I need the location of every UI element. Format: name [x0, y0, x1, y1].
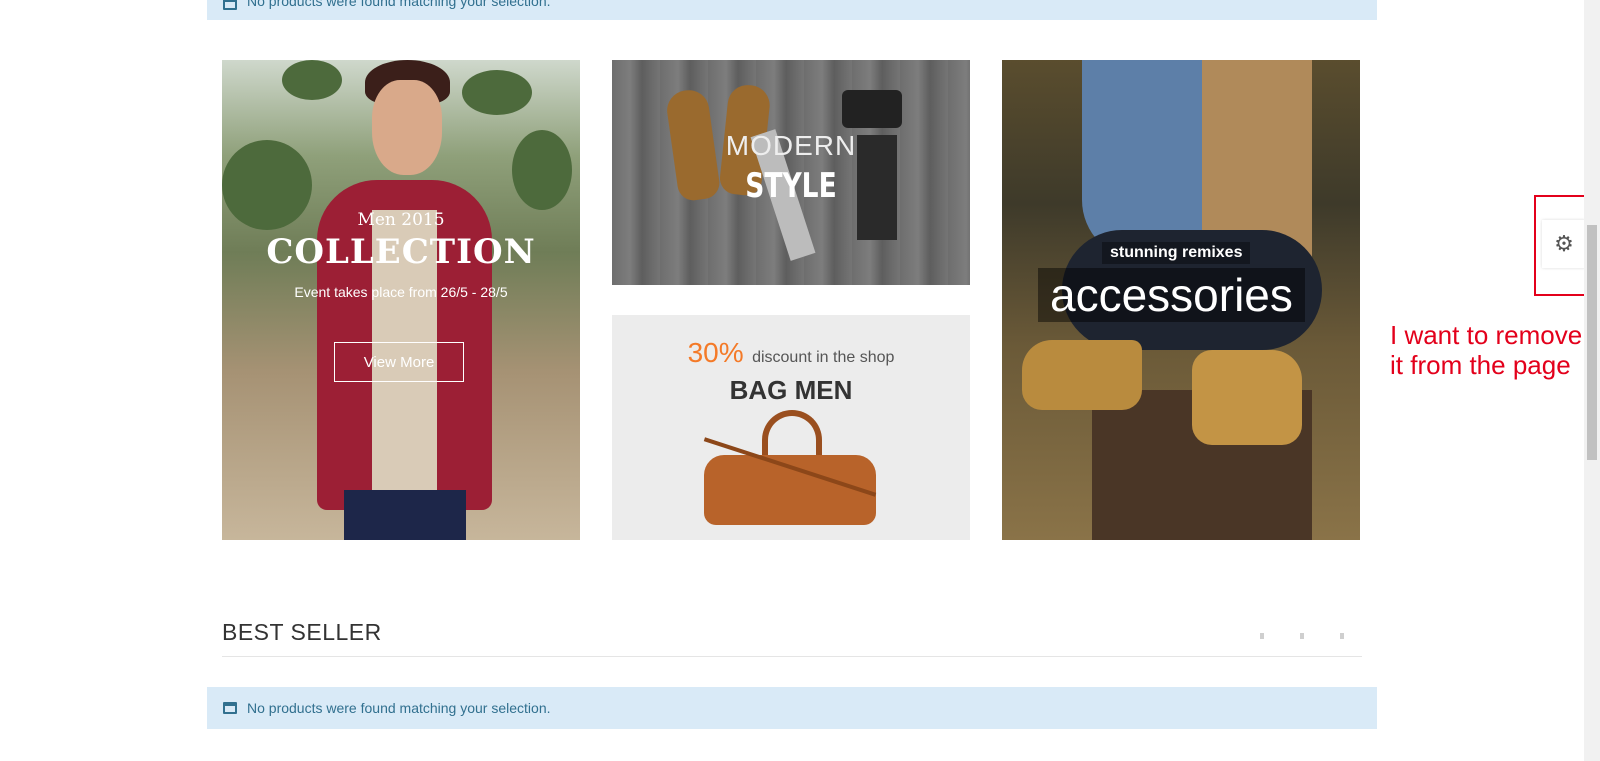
no-products-notice-top: No products were found matching your sel… [207, 0, 1377, 20]
carousel-nav-dot[interactable] [1340, 633, 1344, 639]
accessories-banner[interactable]: stunning remixes accessories [1002, 60, 1360, 540]
view-more-button[interactable]: View More [334, 342, 464, 382]
event-dates: Event takes place from 26/5 - 28/5 [294, 284, 508, 300]
boot-shape [1192, 350, 1302, 445]
model-head [372, 80, 442, 175]
camera-shape [842, 90, 902, 128]
collection-subtitle: Men 2015 [357, 210, 445, 230]
carousel-nav-dot[interactable] [1260, 633, 1264, 639]
modern-style-banner[interactable]: MODERN STYLE [612, 60, 970, 285]
best-seller-heading: BEST SELLER [222, 619, 382, 645]
notice-text: No products were found matching your sel… [247, 700, 551, 716]
discount-percent: 30% [687, 337, 744, 368]
navy-pants [344, 490, 466, 540]
palm-tree-shape [282, 60, 342, 100]
men-collection-banner[interactable]: Men 2015 COLLECTION Event takes place fr… [222, 60, 580, 540]
palm-tree-shape [462, 70, 532, 115]
window-icon [223, 702, 237, 714]
modern-label: MODERN [725, 130, 857, 161]
shrub-shape [512, 130, 572, 210]
discount-text: discount in the shop [752, 349, 895, 366]
scrollbar-thumb[interactable] [1587, 225, 1597, 460]
section-divider [222, 656, 1362, 657]
window-icon [223, 0, 237, 10]
annotation-highlight-box [1534, 195, 1589, 296]
notice-text: No products were found matching your sel… [247, 0, 551, 9]
bag-men-banner[interactable]: 30% discount in the shop BAG MEN [612, 315, 970, 540]
collection-title: COLLECTION [266, 232, 536, 272]
boot-shape [1022, 340, 1142, 410]
discount-line: 30% discount in the shop [612, 337, 970, 369]
annotation-text: I want to remove it from the page [1390, 320, 1583, 380]
carousel-nav-dot[interactable] [1300, 633, 1304, 639]
bag-men-title: BAG MEN [729, 375, 853, 405]
style-label: STYLE [745, 166, 837, 206]
no-products-notice-bottom: No products were found matching your sel… [207, 687, 1377, 729]
accessories-title: accessories [1038, 268, 1305, 322]
accessories-subtitle: stunning remixes [1102, 242, 1251, 264]
